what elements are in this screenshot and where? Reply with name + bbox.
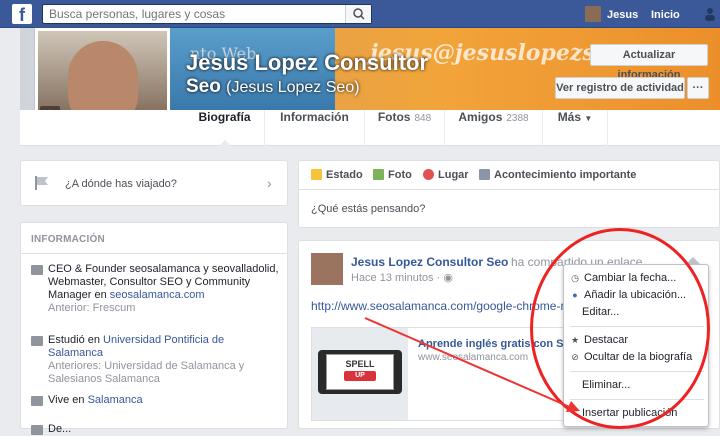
briefcase-icon — [31, 265, 43, 275]
link-preview-domain: www.seosalamanca.com — [418, 352, 529, 363]
tab-fotos[interactable]: Fotos 848 — [365, 110, 445, 146]
work-link[interactable]: seosalamanca.com — [110, 289, 205, 301]
search-input[interactable] — [43, 5, 343, 23]
search-button[interactable] — [345, 5, 371, 23]
tab-biografia[interactable]: Biografía — [185, 110, 265, 147]
profile-name: Jesus Lopez Consultor — [186, 50, 429, 75]
globe-icon: ◉ — [443, 272, 453, 284]
activity-log-button[interactable]: Ver registro de actividad — [555, 77, 685, 99]
annotation-circle — [530, 228, 710, 429]
tab-mas[interactable]: Más ▼ — [543, 110, 608, 146]
flag-icon — [35, 176, 48, 190]
travel-prompt[interactable]: ¿A dónde has viajado? › — [20, 160, 288, 206]
user-name-link[interactable]: Jesus — [607, 9, 638, 21]
alternate-name: (Jesus Lopez Seo) — [226, 79, 360, 96]
pin-icon — [423, 169, 434, 180]
profile-name-suffix: Seo — [186, 76, 221, 97]
composer-input[interactable]: ¿Qué estás pensando? — [311, 203, 425, 215]
graduation-cap-icon — [31, 336, 43, 346]
study-previous: Anteriores: Universidad de Salamanca y S… — [48, 360, 245, 385]
search-icon — [353, 8, 365, 20]
post-timestamp[interactable]: Hace 13 minutos · ◉ — [351, 271, 453, 284]
facebook-logo[interactable]: f — [12, 4, 32, 25]
lives-item: Vive en Salamanca — [31, 394, 281, 407]
tab-informacion[interactable]: Información — [265, 110, 365, 146]
location-icon — [31, 425, 43, 435]
composer-tab-estado[interactable]: Estado — [311, 169, 363, 181]
search-box[interactable] — [42, 4, 372, 24]
home-icon — [31, 396, 43, 406]
user-avatar[interactable] — [585, 6, 601, 22]
update-info-button[interactable]: Actualizar información — [590, 44, 708, 81]
pencil-icon — [311, 169, 322, 180]
work-item: CEO & Founder seosalamanca y seovalladol… — [31, 263, 281, 315]
composer-tab-acontecimiento[interactable]: Acontecimiento importante — [479, 169, 636, 181]
study-item: Estudió en Universidad Pontificia de Sal… — [31, 334, 281, 386]
event-icon — [479, 169, 490, 180]
composer-tab-lugar[interactable]: Lugar — [423, 169, 469, 181]
home-link[interactable]: Inicio — [651, 9, 680, 21]
composer-tab-foto[interactable]: Foto — [373, 169, 412, 181]
status-composer: Estado Foto Lugar Acontecimiento importa… — [298, 160, 720, 228]
chevron-down-icon: ▼ — [584, 114, 593, 123]
top-bar: f Jesus Inicio — [0, 0, 720, 28]
photo-icon — [373, 169, 384, 180]
post-author-avatar[interactable] — [311, 253, 343, 285]
lives-link[interactable]: Salamanca — [88, 394, 143, 406]
link-thumbnail[interactable]: SPELL UP — [312, 328, 408, 420]
travel-label: ¿A dónde has viajado? — [65, 178, 177, 190]
more-options-button[interactable]: ··· — [687, 77, 709, 99]
intro-card: INFORMACIÓN CEO & Founder seosalamanca y… — [20, 222, 288, 435]
info-heading: INFORMACIÓN — [31, 234, 105, 245]
profile-tabs: Biografía Información Fotos 848 Amigos 238… — [20, 110, 720, 147]
photos-count: 848 — [414, 113, 432, 124]
tab-amigos[interactable]: Amigos 2388 — [445, 110, 543, 146]
next-item: De... — [31, 423, 281, 436]
friends-count: 2388 — [506, 113, 529, 124]
friends-icon[interactable] — [704, 7, 720, 21]
post-author-name[interactable]: Jesus Lopez Consultor Seo — [351, 255, 508, 269]
chevron-right-icon: › — [267, 175, 272, 191]
profile-name-line2: Seo (Jesus Lopez Seo) — [186, 76, 360, 98]
work-previous: Anterior: Frescum — [48, 302, 136, 314]
